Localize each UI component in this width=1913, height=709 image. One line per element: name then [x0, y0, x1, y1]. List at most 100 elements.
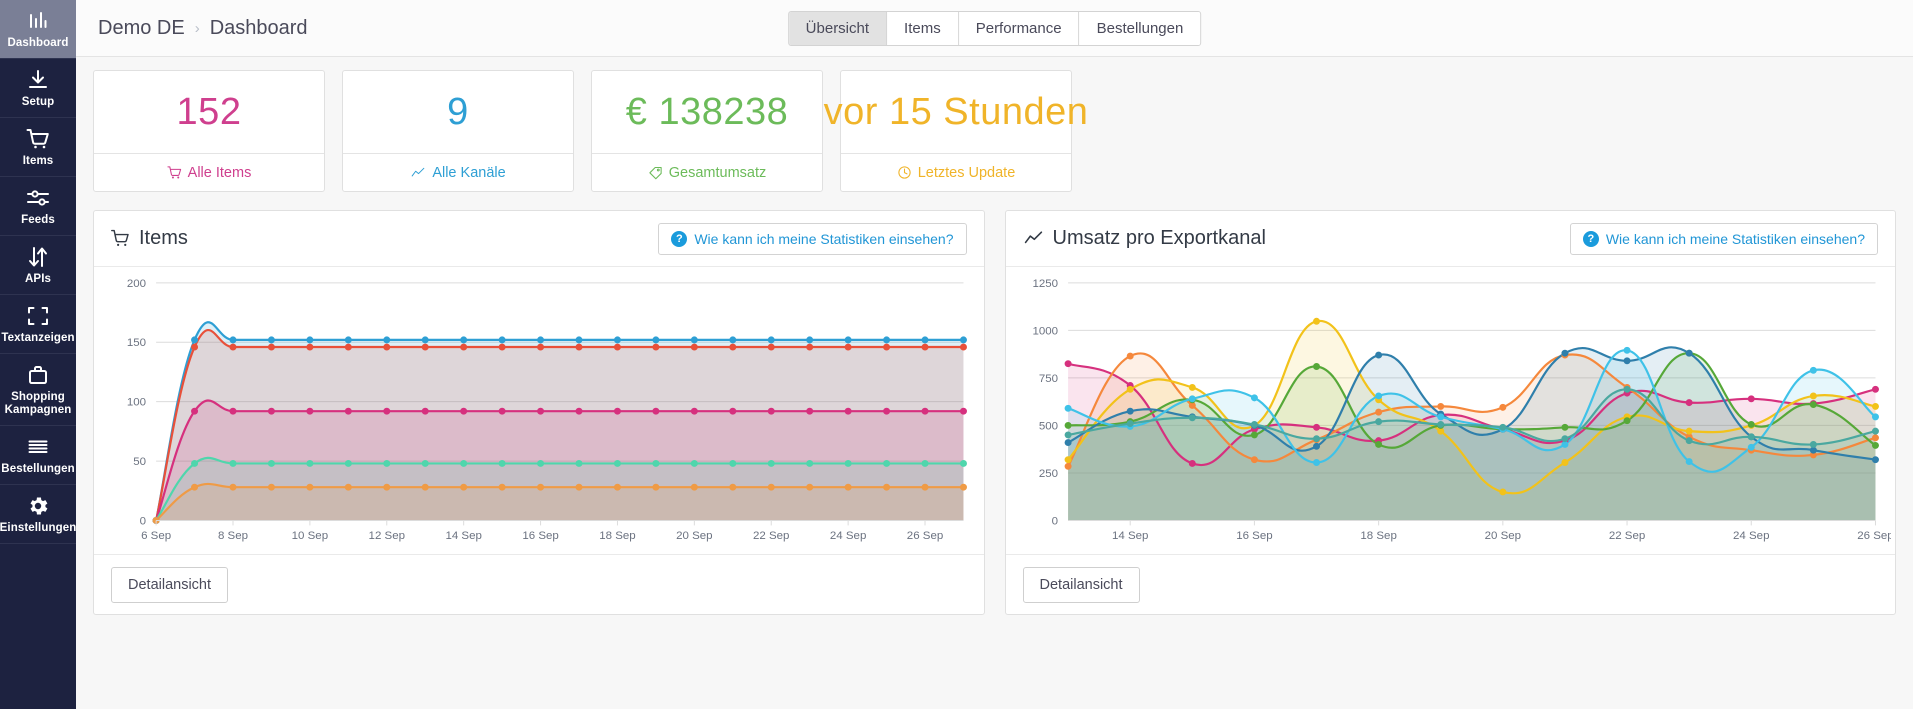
datapoint-series-1[interactable] — [690, 336, 698, 344]
datapoint-series-yellow[interactable] — [1871, 402, 1879, 410]
kpi-footer-link[interactable]: Gesamtumsatz — [592, 154, 822, 191]
datapoint-series-cyan[interactable] — [1374, 392, 1382, 400]
datapoint-series-3[interactable] — [537, 407, 545, 415]
datapoint-series-5[interactable] — [537, 483, 545, 491]
datapoint-series-2[interactable] — [267, 343, 275, 351]
datapoint-series-yellow[interactable] — [1188, 383, 1196, 391]
datapoint-series-blue[interactable] — [1560, 349, 1568, 357]
datapoint-series-4[interactable] — [267, 459, 275, 467]
datapoint-series-4[interactable] — [344, 459, 352, 467]
datapoint-series-2[interactable] — [844, 343, 852, 351]
sidebar-item-setup[interactable]: Setup — [0, 59, 76, 118]
datapoint-series-cyan[interactable] — [1250, 394, 1258, 402]
datapoint-series-blue[interactable] — [1374, 351, 1382, 359]
datapoint-series-blue[interactable] — [1623, 357, 1631, 365]
datapoint-series-4[interactable] — [421, 459, 429, 467]
datapoint-series-yellow[interactable] — [1064, 456, 1072, 464]
tab-performance[interactable]: Performance — [958, 11, 1080, 45]
items-chart[interactable]: 0 50 100 150 200 6 Sep 8 Sep 10 Sep 12 Sep 14 Sep… — [98, 273, 980, 554]
datapoint-series-1[interactable] — [806, 336, 814, 344]
datapoint-series-3[interactable] — [575, 407, 583, 415]
datapoint-series-1[interactable] — [844, 336, 852, 344]
datapoint-series-teal[interactable] — [1871, 427, 1879, 435]
datapoint-series-1[interactable] — [613, 336, 621, 344]
datapoint-series-3[interactable] — [306, 407, 314, 415]
datapoint-series-4[interactable] — [498, 459, 506, 467]
datapoint-series-5[interactable] — [959, 483, 967, 491]
datapoint-series-4[interactable] — [537, 459, 545, 467]
datapoint-series-teal[interactable] — [1250, 421, 1258, 428]
datapoint-series-teal[interactable] — [1312, 435, 1320, 443]
datapoint-series-1[interactable] — [421, 336, 429, 344]
datapoint-series-4[interactable] — [191, 459, 199, 467]
datapoint-series-green[interactable] — [1374, 440, 1382, 448]
sidebar-item-dashboard[interactable]: Dashboard — [0, 0, 76, 59]
tab-items[interactable]: Items — [887, 11, 959, 45]
datapoint-series-1[interactable] — [921, 336, 929, 344]
datapoint-series-green[interactable] — [1064, 421, 1072, 429]
kpi-footer-link[interactable]: Letztes Update — [841, 154, 1071, 191]
datapoint-series-5[interactable] — [229, 483, 237, 491]
datapoint-series-green[interactable] — [1250, 431, 1258, 439]
datapoint-series-1[interactable] — [767, 336, 775, 344]
datapoint-series-5[interactable] — [421, 483, 429, 491]
sidebar-item-bestellungen[interactable]: Bestellungen — [0, 426, 76, 485]
datapoint-series-magenta[interactable] — [1747, 395, 1755, 403]
datapoint-series-4[interactable] — [690, 459, 698, 467]
datapoint-series-magenta[interactable] — [1871, 385, 1879, 393]
datapoint-series-orange[interactable] — [1126, 352, 1134, 360]
datapoint-series-5[interactable] — [460, 483, 468, 491]
help-statistics-button-left[interactable]: ? Wie kann ich meine Statistiken einsehe… — [658, 222, 967, 255]
datapoint-series-yellow[interactable] — [1809, 392, 1817, 400]
datapoint-series-4[interactable] — [575, 459, 583, 467]
datapoint-series-green[interactable] — [1623, 417, 1631, 425]
datapoint-series-3[interactable] — [421, 407, 429, 415]
datapoint-series-4[interactable] — [652, 459, 660, 467]
breadcrumb-root[interactable]: Demo DE — [98, 17, 185, 40]
datapoint-series-blue[interactable] — [1126, 407, 1134, 415]
datapoint-series-teal[interactable] — [1374, 418, 1382, 426]
datapoint-series-3[interactable] — [652, 407, 660, 415]
datapoint-series-3[interactable] — [344, 407, 352, 415]
datapoint-series-teal[interactable] — [1685, 437, 1693, 445]
datapoint-series-2[interactable] — [767, 343, 775, 351]
datapoint-series-5[interactable] — [729, 483, 737, 491]
datapoint-series-4[interactable] — [729, 459, 737, 467]
datapoint-series-orange[interactable] — [1064, 462, 1072, 470]
datapoint-series-yellow[interactable] — [1312, 317, 1320, 325]
datapoint-series-cyan[interactable] — [1623, 346, 1631, 354]
datapoint-series-5[interactable] — [652, 483, 660, 491]
help-statistics-button-right[interactable]: ? Wie kann ich meine Statistiken einsehe… — [1569, 222, 1878, 255]
datapoint-series-magenta[interactable] — [1188, 459, 1196, 467]
datapoint-series-orange[interactable] — [1250, 456, 1258, 464]
datapoint-series-5[interactable] — [690, 483, 698, 491]
sidebar-item-apis[interactable]: APIs — [0, 236, 76, 295]
datapoint-series-5[interactable] — [844, 483, 852, 491]
datapoint-series-5[interactable] — [498, 483, 506, 491]
datapoint-series-yellow[interactable] — [1560, 459, 1568, 466]
datapoint-series-magenta[interactable] — [1312, 423, 1320, 431]
tab--bersicht[interactable]: Übersicht — [788, 11, 888, 45]
datapoint-series-1[interactable] — [883, 336, 891, 344]
datapoint-series-cyan[interactable] — [1188, 395, 1196, 403]
datapoint-series-3[interactable] — [806, 407, 814, 415]
datapoint-series-4[interactable] — [806, 459, 814, 467]
datapoint-series-green[interactable] — [1809, 401, 1817, 408]
datapoint-series-4[interactable] — [306, 459, 314, 467]
datapoint-series-teal[interactable] — [1064, 431, 1072, 439]
datapoint-series-5[interactable] — [767, 483, 775, 491]
sidebar-item-textanzeigen[interactable]: Textanzeigen — [0, 295, 76, 354]
kpi-footer-link[interactable]: Alle Items — [94, 154, 324, 191]
datapoint-series-1[interactable] — [460, 336, 468, 344]
datapoint-series-5[interactable] — [921, 483, 929, 491]
datapoint-series-cyan[interactable] — [1809, 366, 1817, 374]
datapoint-series-4[interactable] — [767, 459, 775, 467]
sidebar-item-items[interactable]: Items — [0, 118, 76, 177]
datapoint-series-4[interactable] — [844, 459, 852, 467]
datapoint-series-2[interactable] — [421, 343, 429, 351]
datapoint-series-3[interactable] — [460, 407, 468, 415]
datapoint-series-3[interactable] — [959, 407, 967, 415]
datapoint-series-yellow[interactable] — [1436, 427, 1444, 435]
datapoint-series-3[interactable] — [729, 407, 737, 415]
datapoint-series-cyan[interactable] — [1871, 413, 1879, 421]
